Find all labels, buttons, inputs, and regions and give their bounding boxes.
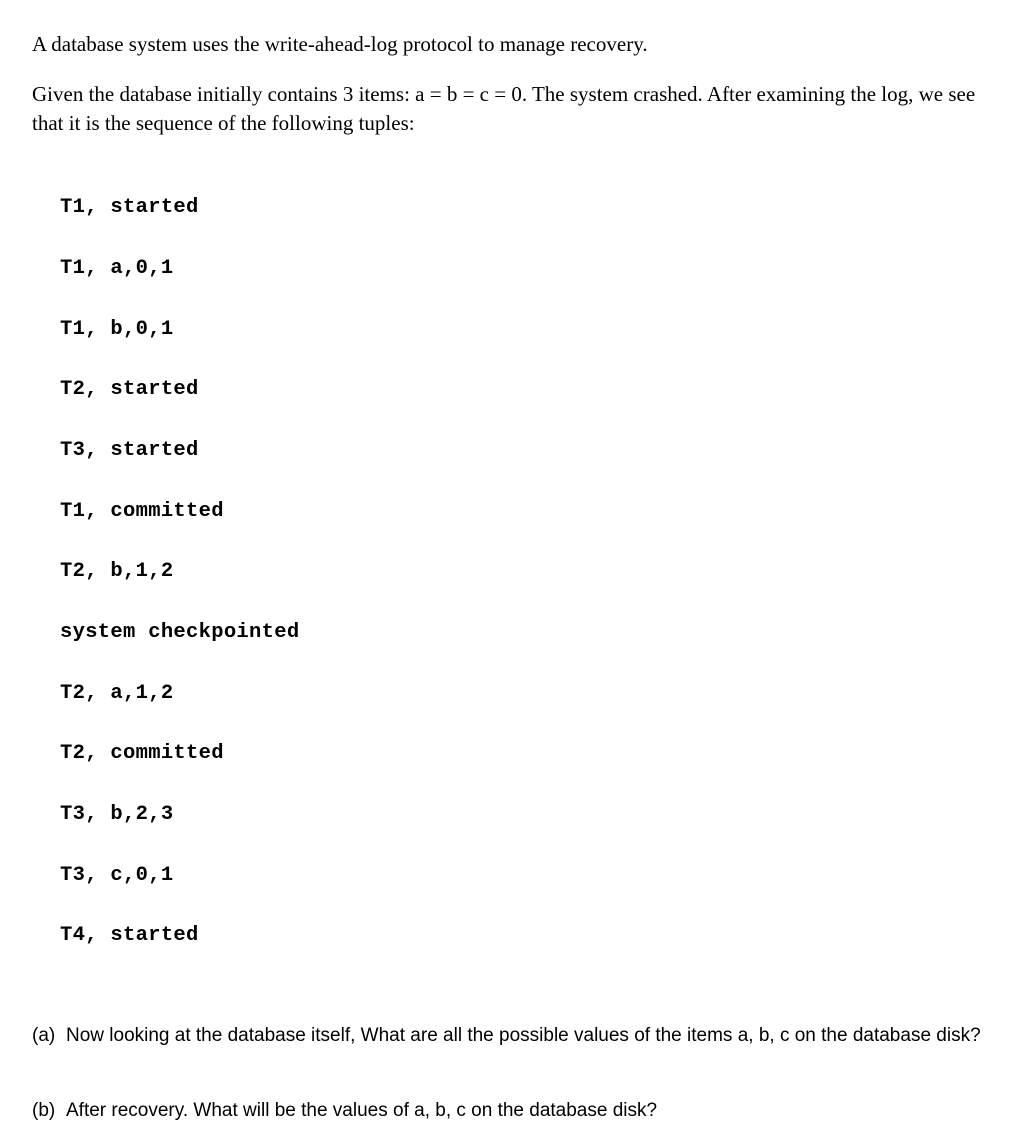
log-entry: T1, a,0,1 (60, 254, 992, 284)
intro-paragraph-2: Given the database initially contains 3 … (32, 80, 992, 137)
log-entry: T1, b,0,1 (60, 315, 992, 345)
log-entry: T1, started (60, 193, 992, 223)
log-entry: T2, b,1,2 (60, 557, 992, 587)
question-b: (b) After recovery. What will be the val… (32, 1099, 992, 1123)
log-entry: T2, a,1,2 (60, 679, 992, 709)
question-a-label: (a) (32, 1024, 66, 1049)
log-sequence: T1, started T1, a,0,1 T1, b,0,1 T2, star… (60, 163, 992, 982)
log-entry: T2, committed (60, 739, 992, 769)
log-entry: T3, c,0,1 (60, 861, 992, 891)
log-entry: system checkpointed (60, 618, 992, 648)
questions-container: (a) Now looking at the database itself, … (32, 1024, 992, 1123)
log-entry: T4, started (60, 921, 992, 951)
question-b-text: After recovery. What will be the values … (66, 1099, 992, 1123)
question-a: (a) Now looking at the database itself, … (32, 1024, 992, 1049)
log-entry: T1, committed (60, 497, 992, 527)
intro-paragraph-1: A database system uses the write-ahead-l… (32, 30, 992, 58)
question-b-label: (b) (32, 1099, 66, 1123)
log-entry: T3, started (60, 436, 992, 466)
log-entry: T2, started (60, 375, 992, 405)
question-a-text: Now looking at the database itself, What… (66, 1024, 992, 1049)
log-entry: T3, b,2,3 (60, 800, 992, 830)
